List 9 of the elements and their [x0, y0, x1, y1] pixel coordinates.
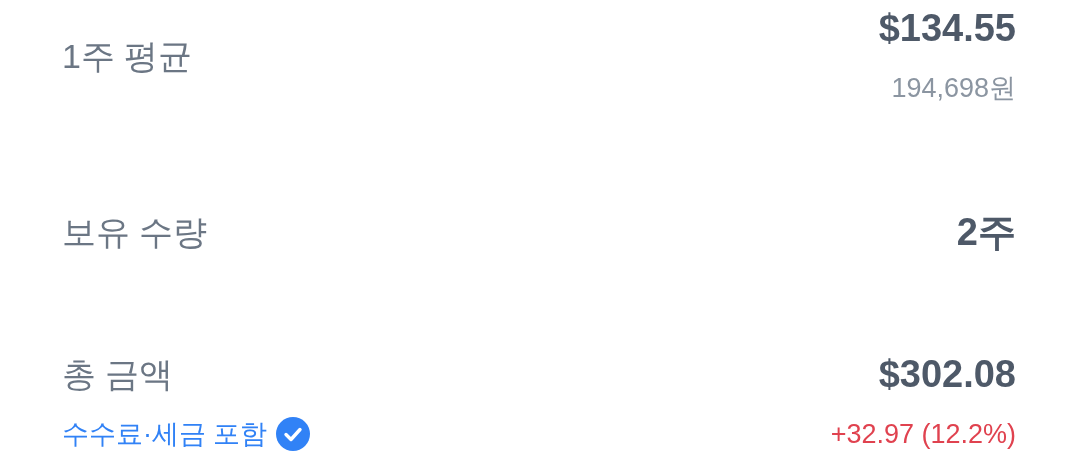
- row-label: 1주 평균: [62, 35, 194, 77]
- row-value: 2주: [956, 210, 1016, 254]
- row-label: 총 금액: [62, 354, 175, 395]
- converted-price: 194,698원: [891, 72, 1016, 105]
- row-value: $134.55: [878, 6, 1016, 50]
- change-text: +32.97 (12.2%): [830, 418, 1016, 451]
- row-value: $302.08: [878, 352, 1016, 396]
- note-text: 수수료·세금 포함: [62, 418, 268, 451]
- row-label: 보유 수량: [62, 212, 209, 253]
